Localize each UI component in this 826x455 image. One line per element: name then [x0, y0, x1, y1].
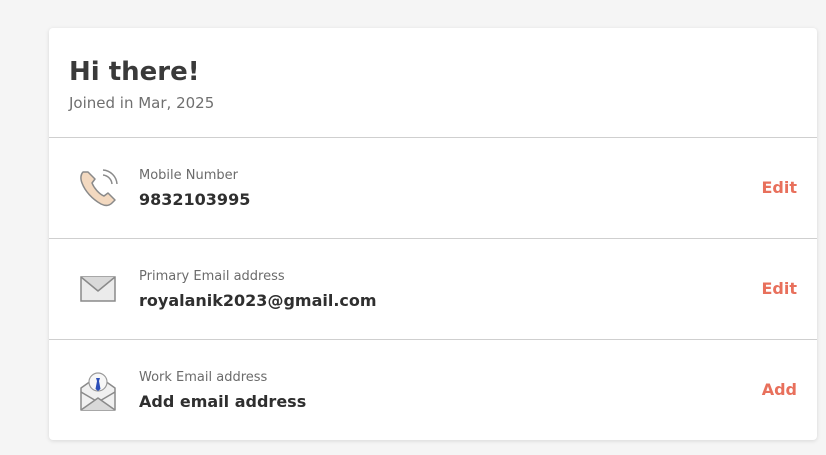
primary-email-row: Primary Email address royalanik2023@gmai… — [49, 239, 817, 340]
mobile-number-row: Mobile Number 9832103995 Edit — [49, 138, 817, 239]
primary-email-label: Primary Email address — [139, 269, 285, 284]
add-work-email-button[interactable]: Add — [762, 380, 797, 399]
mobile-number-value: 9832103995 — [139, 190, 251, 209]
greeting-title: Hi there! — [69, 57, 200, 87]
work-email-value: Add email address — [139, 392, 307, 411]
joined-date: Joined in Mar, 2025 — [69, 94, 215, 112]
profile-header: Hi there! Joined in Mar, 2025 — [49, 28, 817, 138]
work-email-label: Work Email address — [139, 370, 268, 385]
work-email-row: Work Email address Add email address Add — [49, 340, 817, 440]
edit-mobile-button[interactable]: Edit — [761, 178, 797, 197]
profile-card: Hi there! Joined in Mar, 2025 Mobile Num… — [49, 28, 817, 440]
envelope-icon — [77, 267, 121, 311]
edit-email-button[interactable]: Edit — [761, 279, 797, 298]
mobile-number-label: Mobile Number — [139, 168, 238, 183]
primary-email-value: royalanik2023@gmail.com — [139, 291, 377, 310]
work-email-icon — [77, 368, 121, 412]
phone-icon — [77, 166, 121, 210]
